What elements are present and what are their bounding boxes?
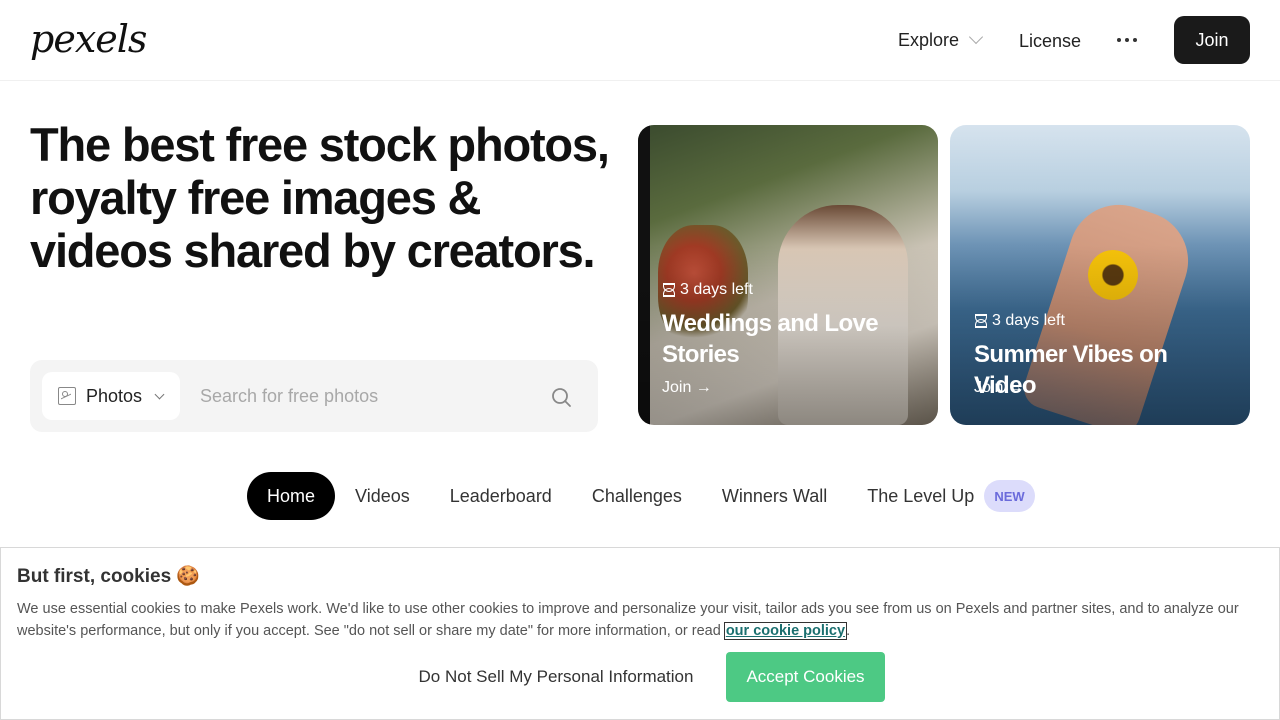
- card-title: Weddings and Love Stories: [662, 310, 879, 368]
- card-time-left: 3 days left: [974, 312, 1065, 330]
- tab-label: The Level Up: [867, 485, 975, 506]
- search-bar: Photos: [30, 360, 598, 432]
- search-icon[interactable]: [550, 386, 572, 408]
- accept-cookies-button[interactable]: Accept Cookies: [726, 652, 885, 702]
- chevron-down-icon: [968, 29, 984, 45]
- cookie-title: But first, cookies 🍪: [17, 566, 201, 587]
- hero-title: The best free stock photos, royalty free…: [30, 118, 610, 277]
- cookie-banner: But first, cookies 🍪 We use essential co…: [0, 547, 1280, 720]
- search-input[interactable]: [200, 372, 540, 420]
- tab-the-level-up[interactable]: The Level Up NEW: [847, 472, 1054, 520]
- tab-winners-wall[interactable]: Winners Wall: [702, 472, 847, 520]
- section-tabs: Home Videos Leaderboard Challenges Winne…: [247, 472, 1055, 520]
- nav-explore[interactable]: Explore: [898, 28, 984, 52]
- search-type-label: Photos: [86, 385, 143, 406]
- card-time-left-label: 3 days left: [680, 281, 753, 298]
- cookie-body: We use essential cookies to make Pexels …: [17, 601, 1239, 639]
- promo-card-weddings[interactable]: 3 days left Weddings and Love Stories Jo…: [638, 125, 938, 425]
- tab-challenges[interactable]: Challenges: [572, 472, 702, 520]
- card-join-link[interactable]: Join →: [974, 379, 1024, 397]
- pexels-logo[interactable]: pexels: [30, 14, 147, 64]
- cookie-policy-link[interactable]: our cookie policy: [723, 622, 848, 640]
- promo-card-summer-vibes[interactable]: 3 days left Summer Vibes on Video Join →: [950, 125, 1250, 425]
- hourglass-icon: [662, 283, 675, 297]
- nav-explore-label: Explore: [898, 30, 960, 50]
- hourglass-icon: [974, 314, 987, 328]
- card-time-left-label: 3 days left: [992, 312, 1065, 329]
- site-header: pexels Explore License Join: [0, 0, 1280, 81]
- card-join-link[interactable]: Join →: [662, 379, 712, 397]
- new-badge: NEW: [984, 480, 1035, 512]
- cookie-text-end: .: [846, 623, 851, 639]
- join-button[interactable]: Join: [1174, 16, 1250, 64]
- do-not-sell-button[interactable]: Do Not Sell My Personal Information: [411, 652, 701, 702]
- image-icon: [58, 387, 76, 405]
- tab-videos[interactable]: Videos: [335, 472, 430, 520]
- cookie-text: We use essential cookies to make Pexels …: [17, 598, 1265, 642]
- tab-home[interactable]: Home: [247, 472, 336, 520]
- more-options-icon[interactable]: [1117, 30, 1137, 50]
- card-time-left: 3 days left: [662, 281, 753, 299]
- search-type-dropdown[interactable]: Photos: [42, 372, 180, 420]
- tab-leaderboard[interactable]: Leaderboard: [430, 472, 572, 520]
- nav-license[interactable]: License: [1019, 29, 1081, 53]
- chevron-down-icon: [154, 389, 165, 399]
